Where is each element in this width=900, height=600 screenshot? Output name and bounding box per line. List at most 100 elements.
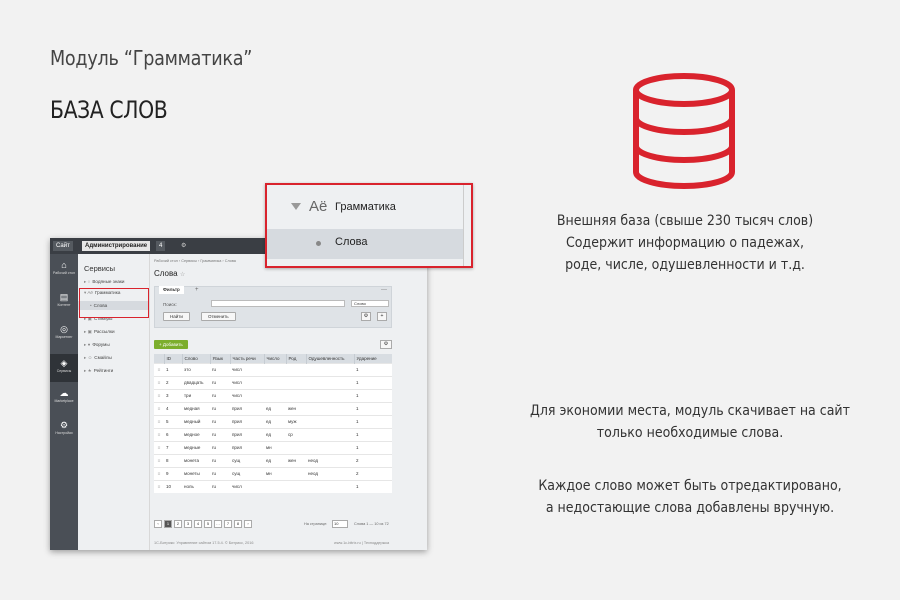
table-row[interactable]: ≡ 9 монеты ru сущ мн неод 2 bbox=[154, 466, 392, 480]
table-cell: числ bbox=[230, 362, 264, 376]
column-header[interactable]: Число bbox=[264, 354, 287, 363]
nav-services[interactable]: ◈ Сервисы bbox=[50, 354, 78, 382]
table-cell: 1 bbox=[164, 362, 182, 376]
slide-title: БАЗА СЛОВ bbox=[50, 96, 168, 124]
add-button[interactable]: + Добавить bbox=[154, 340, 188, 349]
column-header[interactable]: Слово bbox=[182, 354, 211, 363]
row-menu-icon[interactable]: ≡ bbox=[154, 479, 164, 493]
add-filter-icon[interactable]: + bbox=[195, 287, 199, 293]
search-field-select[interactable]: Слово bbox=[351, 300, 389, 307]
column-header[interactable]: ID bbox=[164, 354, 183, 363]
table-cell: муж bbox=[286, 414, 306, 428]
table-cell bbox=[286, 375, 306, 389]
nav-marketplace[interactable]: ☁ Marketplace bbox=[50, 388, 78, 403]
table-cell bbox=[306, 414, 354, 428]
nav-desktop[interactable]: ⌂ Рабочий стол bbox=[50, 260, 78, 275]
nav-marketing[interactable]: ◎ Маркетинг bbox=[50, 324, 78, 339]
item-label: Рейтинги bbox=[93, 368, 114, 373]
page-button[interactable]: 7 bbox=[224, 520, 232, 528]
table-cell bbox=[264, 479, 286, 493]
table-cell bbox=[286, 362, 306, 376]
page-button[interactable]: 2 bbox=[174, 520, 182, 528]
nav-content[interactable]: ▤ Контент bbox=[50, 292, 78, 307]
table-cell: двадцать bbox=[182, 375, 210, 389]
table-row[interactable]: ≡ 2 двадцать ru числ 1 bbox=[154, 375, 392, 389]
row-menu-icon[interactable]: ≡ bbox=[154, 401, 164, 415]
column-header[interactable]: Род bbox=[286, 354, 307, 363]
grammar-icon: Aё bbox=[309, 198, 328, 215]
footer-links[interactable]: www.1c-bitrix.ru | Техподдержка bbox=[334, 541, 389, 545]
table-cell bbox=[264, 362, 286, 376]
table-cell: медный bbox=[182, 414, 210, 428]
page-button[interactable]: › bbox=[244, 520, 252, 528]
table-cell: неод bbox=[306, 466, 354, 480]
collapse-icon[interactable]: — bbox=[381, 287, 387, 293]
find-button[interactable]: Найти bbox=[163, 312, 190, 321]
note-edit: Каждое слово может быть отредактировано,… bbox=[524, 475, 857, 519]
filter-settings-icon[interactable]: ⚙ bbox=[361, 312, 371, 321]
tab-filter[interactable]: Фильтр bbox=[159, 286, 184, 294]
notifications-badge[interactable]: 4 bbox=[156, 241, 166, 251]
breadcrumb[interactable]: Рабочий стол › Сервисы › Грамматика › Сл… bbox=[154, 259, 236, 263]
sidebar-item-watermarks[interactable]: ▸ ○ Водяные знаки bbox=[84, 279, 125, 285]
table-row[interactable]: ≡ 10 ноль ru числ 1 bbox=[154, 479, 392, 493]
row-menu-icon[interactable]: ≡ bbox=[154, 388, 164, 402]
table-cell: ru bbox=[210, 427, 230, 441]
table-row[interactable]: ≡ 6 медное ru прил ед ср 1 bbox=[154, 427, 392, 441]
table-cell: прил bbox=[230, 401, 264, 415]
table-cell bbox=[264, 375, 286, 389]
page-button[interactable]: 3 bbox=[184, 520, 192, 528]
row-menu-icon[interactable]: ≡ bbox=[154, 427, 164, 441]
cancel-button[interactable]: Отменить bbox=[201, 312, 236, 321]
zoom-grammar-item[interactable]: Aё Грамматика bbox=[267, 193, 467, 223]
table-row[interactable]: ≡ 1 это ru числ 1 bbox=[154, 362, 392, 376]
table-cell: ru bbox=[210, 479, 230, 493]
table-cell: медная bbox=[182, 401, 210, 415]
zoom-words-item[interactable]: Слова bbox=[267, 229, 463, 259]
page-button[interactable]: 5 bbox=[204, 520, 212, 528]
row-menu-icon[interactable]: ≡ bbox=[154, 362, 164, 376]
row-menu-icon[interactable]: ≡ bbox=[154, 414, 164, 428]
table-row[interactable]: ≡ 7 медные ru прил мн 1 bbox=[154, 440, 392, 454]
page-button[interactable]: … bbox=[214, 520, 222, 528]
page-button[interactable]: 1 bbox=[164, 520, 172, 528]
column-header[interactable]: Одушевленность bbox=[306, 354, 355, 363]
row-menu-icon[interactable]: ≡ bbox=[154, 466, 164, 480]
table-cell: жен bbox=[286, 453, 306, 467]
table-row[interactable]: ≡ 3 три ru числ 1 bbox=[154, 388, 392, 402]
nav-label: Сервисы bbox=[56, 369, 72, 373]
sidebar-item-smileys[interactable]: ▸ ☺ Смайлы bbox=[84, 355, 112, 361]
page-button[interactable]: 8 bbox=[234, 520, 242, 528]
page-button[interactable]: ‹ bbox=[154, 520, 162, 528]
filter-add-icon[interactable]: + bbox=[377, 312, 387, 321]
sidebar-item-ratings[interactable]: ▸ ★ Рейтинги bbox=[84, 368, 113, 374]
table-cell: ru bbox=[210, 453, 230, 467]
table-cell: 1 bbox=[354, 440, 392, 454]
column-header[interactable]: Язык bbox=[210, 354, 231, 363]
admin-button[interactable]: Администрирование bbox=[82, 241, 151, 251]
row-menu-icon[interactable]: ≡ bbox=[154, 440, 164, 454]
sidebar-item-mailings[interactable]: ▸ ▣ Рассылки bbox=[84, 329, 115, 335]
site-button[interactable]: Сайт bbox=[53, 241, 73, 251]
sidebar-item-forums[interactable]: ▸ ● Форумы bbox=[84, 342, 110, 348]
table-cell: ед bbox=[264, 401, 286, 415]
search-input[interactable] bbox=[211, 300, 345, 307]
table-cell: ед bbox=[264, 453, 286, 467]
row-menu-icon[interactable]: ≡ bbox=[154, 375, 164, 389]
table-cell: мн bbox=[264, 440, 286, 454]
per-page-select[interactable]: 10 bbox=[332, 520, 348, 528]
row-menu-icon[interactable]: ≡ bbox=[154, 453, 164, 467]
table-row[interactable]: ≡ 5 медный ru прил ед муж 1 bbox=[154, 414, 392, 428]
star-icon[interactable]: ☆ bbox=[180, 272, 185, 278]
nav-settings[interactable]: ⚙ Настройки bbox=[50, 420, 78, 435]
table-row[interactable]: ≡ 4 медная ru прил ед жен 1 bbox=[154, 401, 392, 415]
table-settings-icon[interactable]: ⚙ bbox=[380, 340, 392, 349]
table-cell: 1 bbox=[354, 362, 392, 376]
column-header[interactable]: Часть речи bbox=[230, 354, 265, 363]
table-row[interactable]: ≡ 8 монета ru сущ ед жен неод 2 bbox=[154, 453, 392, 467]
settings-gear-icon[interactable]: ⚙ bbox=[178, 241, 189, 251]
page-button[interactable]: 4 bbox=[194, 520, 202, 528]
footer: 1С-Битрикс: Управление сайтом 17.5.4. © … bbox=[154, 541, 424, 545]
nav-label: Контент bbox=[57, 303, 71, 307]
column-header[interactable]: Ударение bbox=[354, 354, 392, 363]
